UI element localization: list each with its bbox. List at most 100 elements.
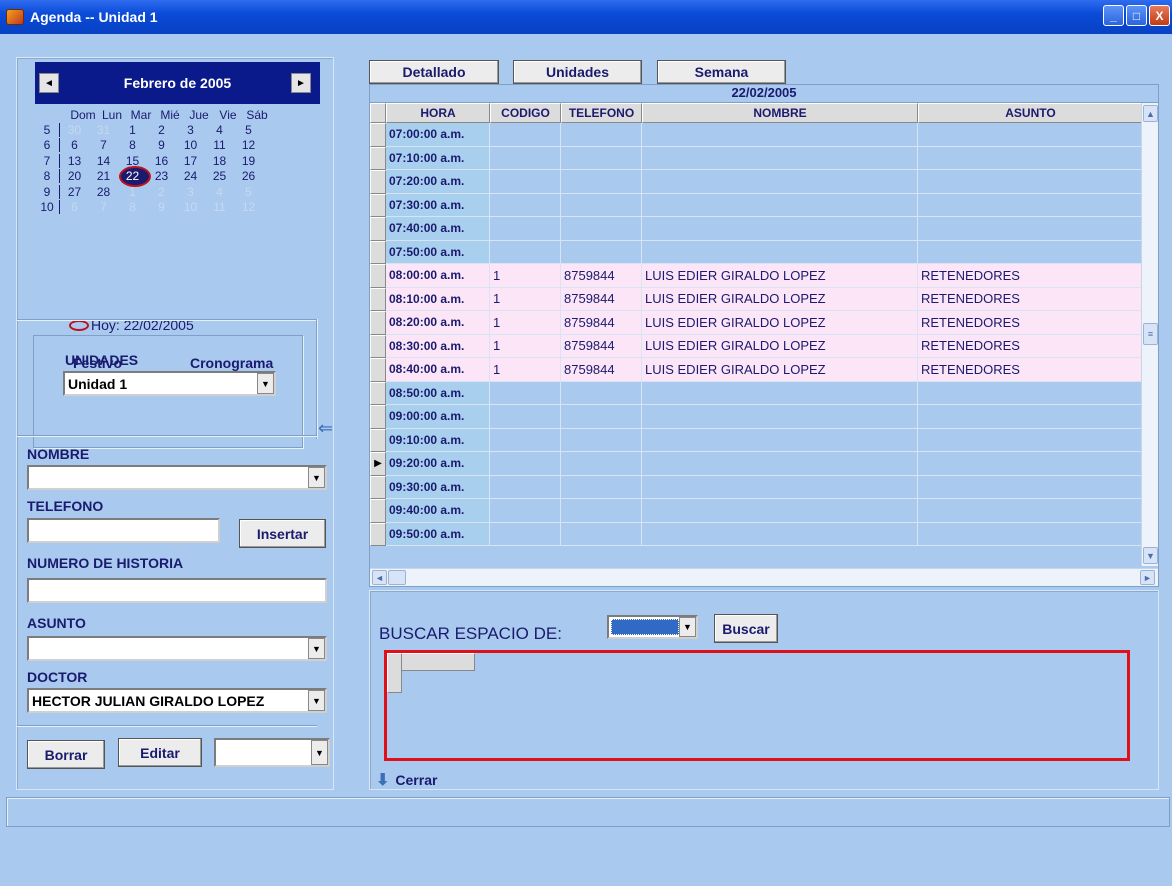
insertar-button[interactable]: Insertar bbox=[239, 519, 326, 548]
table-row[interactable]: 08:00:00 a.m. 1 8759844 LUIS EDIER GIRALDO … bbox=[370, 264, 1158, 288]
tab-semana[interactable]: Semana bbox=[657, 60, 786, 84]
table-cell[interactable] bbox=[490, 405, 561, 429]
table-cell[interactable] bbox=[642, 217, 918, 241]
table-cell[interactable]: 8759844 bbox=[561, 287, 642, 311]
minimize-button[interactable]: _ bbox=[1103, 5, 1124, 26]
table-row[interactable]: ▶ 09:20:00 a.m. bbox=[370, 452, 1158, 476]
scroll-down-icon[interactable]: ▼ bbox=[1143, 547, 1158, 564]
calendar-day[interactable]: 6 bbox=[60, 200, 89, 214]
table-cell[interactable] bbox=[642, 240, 918, 264]
table-cell[interactable]: RETENEDORES bbox=[918, 264, 1143, 288]
calendar-day[interactable]: 15 bbox=[118, 154, 147, 168]
table-cell[interactable] bbox=[490, 428, 561, 452]
table-cell[interactable] bbox=[490, 146, 561, 170]
table-row[interactable]: 07:40:00 a.m. bbox=[370, 217, 1158, 241]
calendar-day[interactable]: 8 bbox=[118, 200, 147, 214]
table-cell[interactable] bbox=[918, 123, 1143, 147]
chevron-down-icon[interactable]: ▼ bbox=[311, 740, 328, 765]
table-cell[interactable]: RETENEDORES bbox=[918, 358, 1143, 382]
table-row[interactable]: 08:30:00 a.m. 1 8759844 LUIS EDIER GIRALDO … bbox=[370, 334, 1158, 358]
table-cell[interactable] bbox=[918, 217, 1143, 241]
scroll-left-icon[interactable]: ◄ bbox=[372, 570, 387, 585]
table-row[interactable]: 08:50:00 a.m. bbox=[370, 381, 1158, 405]
table-row[interactable]: 07:10:00 a.m. bbox=[370, 146, 1158, 170]
unidades-select[interactable]: Unidad 1 ▼ bbox=[63, 371, 276, 396]
table-cell[interactable] bbox=[918, 499, 1143, 523]
table-cell[interactable]: 07:10:00 a.m. bbox=[386, 146, 490, 170]
next-month-button[interactable]: ► bbox=[291, 73, 311, 93]
calendar-day[interactable]: 6 bbox=[60, 138, 89, 152]
table-cell[interactable]: 08:50:00 a.m. bbox=[386, 381, 490, 405]
table-cell[interactable] bbox=[561, 193, 642, 217]
calendar-day[interactable]: 2 bbox=[147, 123, 176, 137]
calendar-day[interactable]: 8 bbox=[118, 138, 147, 152]
table-cell[interactable] bbox=[918, 146, 1143, 170]
row-selector[interactable] bbox=[370, 123, 386, 147]
calendar-day[interactable]: 28 bbox=[89, 185, 118, 199]
table-cell[interactable]: LUIS EDIER GIRALDO LOPEZ bbox=[642, 358, 918, 382]
table-cell[interactable]: 09:40:00 a.m. bbox=[386, 499, 490, 523]
table-row[interactable]: 07:30:00 a.m. bbox=[370, 193, 1158, 217]
calendar-day[interactable]: 17 bbox=[176, 154, 205, 168]
column-header[interactable]: CODIGO bbox=[490, 103, 561, 123]
table-cell[interactable] bbox=[490, 381, 561, 405]
calendar-day[interactable]: 30 bbox=[60, 123, 89, 137]
table-cell[interactable] bbox=[561, 240, 642, 264]
table-cell[interactable] bbox=[490, 217, 561, 241]
cerrar-link[interactable]: ⬇ Cerrar bbox=[376, 770, 437, 790]
table-cell[interactable] bbox=[561, 405, 642, 429]
doctor-select[interactable]: HECTOR JULIAN GIRALDO LOPEZ ▼ bbox=[27, 688, 327, 713]
table-row[interactable]: 07:00:00 a.m. bbox=[370, 123, 1158, 147]
scroll-right-icon[interactable]: ► bbox=[1140, 570, 1155, 585]
table-cell[interactable] bbox=[490, 522, 561, 546]
table-cell[interactable] bbox=[918, 428, 1143, 452]
table-cell[interactable]: RETENEDORES bbox=[918, 287, 1143, 311]
table-cell[interactable]: RETENEDORES bbox=[918, 334, 1143, 358]
table-cell[interactable] bbox=[642, 428, 918, 452]
table-cell[interactable]: 07:30:00 a.m. bbox=[386, 193, 490, 217]
calendar-day[interactable]: 25 bbox=[205, 169, 234, 183]
table-cell[interactable] bbox=[561, 170, 642, 194]
calendar-day[interactable]: 5 bbox=[234, 185, 263, 199]
table-cell[interactable]: 8759844 bbox=[561, 311, 642, 335]
table-cell[interactable] bbox=[918, 475, 1143, 499]
table-cell[interactable] bbox=[490, 499, 561, 523]
calendar-day[interactable]: 24 bbox=[176, 169, 205, 183]
table-cell[interactable]: 07:00:00 a.m. bbox=[386, 123, 490, 147]
calendar-day[interactable]: 20 bbox=[60, 169, 89, 183]
telefono-input[interactable] bbox=[27, 518, 220, 543]
calendar-day[interactable]: 26 bbox=[234, 169, 263, 183]
calendar-day[interactable]: 1 bbox=[118, 123, 147, 137]
table-cell[interactable] bbox=[490, 240, 561, 264]
scroll-thumb[interactable]: ≡ bbox=[1143, 323, 1158, 345]
calendar-day[interactable]: 2 bbox=[147, 185, 176, 199]
row-selector[interactable] bbox=[370, 334, 386, 358]
table-cell[interactable] bbox=[918, 381, 1143, 405]
chevron-down-icon[interactable]: ▼ bbox=[257, 373, 274, 394]
calendar-day[interactable]: 27 bbox=[60, 185, 89, 199]
table-cell[interactable]: 8759844 bbox=[561, 264, 642, 288]
table-cell[interactable] bbox=[642, 452, 918, 476]
chevron-down-icon[interactable]: ▼ bbox=[308, 638, 325, 659]
table-cell[interactable]: 8759844 bbox=[561, 358, 642, 382]
row-selector[interactable] bbox=[370, 499, 386, 523]
editar-button[interactable]: Editar bbox=[118, 738, 202, 767]
calendar-day[interactable]: 21 bbox=[89, 169, 118, 183]
calendar-day[interactable]: 3 bbox=[176, 185, 205, 199]
table-cell[interactable]: 1 bbox=[490, 334, 561, 358]
row-selector[interactable] bbox=[370, 217, 386, 241]
calendar-day[interactable]: 10 bbox=[176, 200, 205, 214]
table-row[interactable]: 07:20:00 a.m. bbox=[370, 170, 1158, 194]
table-cell[interactable]: 09:00:00 a.m. bbox=[386, 405, 490, 429]
calendar-day[interactable]: 4 bbox=[205, 123, 234, 137]
table-cell[interactable] bbox=[918, 193, 1143, 217]
row-selector[interactable] bbox=[370, 428, 386, 452]
table-row[interactable]: 09:50:00 a.m. bbox=[370, 522, 1158, 546]
table-row[interactable]: 09:10:00 a.m. bbox=[370, 428, 1158, 452]
table-cell[interactable] bbox=[490, 170, 561, 194]
maximize-button[interactable]: □ bbox=[1126, 5, 1147, 26]
table-row[interactable]: 08:40:00 a.m. 1 8759844 LUIS EDIER GIRALDO … bbox=[370, 358, 1158, 382]
tab-unidades[interactable]: Unidades bbox=[513, 60, 642, 84]
table-cell[interactable]: 1 bbox=[490, 311, 561, 335]
column-header[interactable]: NOMBRE bbox=[642, 103, 918, 123]
